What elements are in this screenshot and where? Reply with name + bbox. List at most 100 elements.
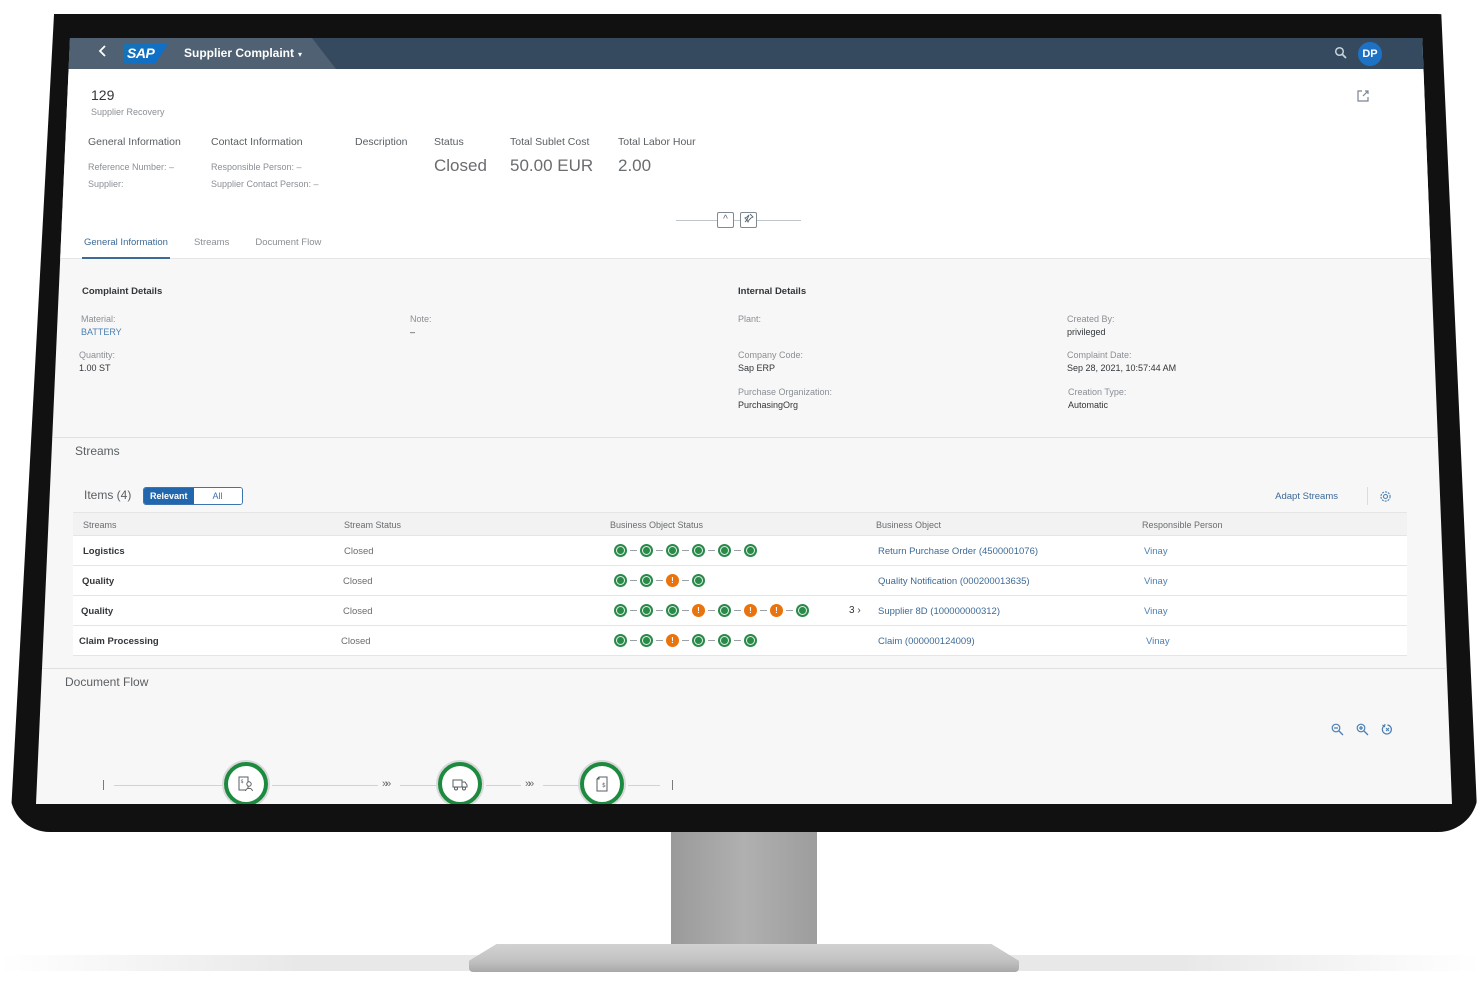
column-header-stream-status[interactable]: Stream Status bbox=[344, 520, 401, 530]
success-check-icon[interactable] bbox=[640, 604, 653, 617]
success-check-icon[interactable] bbox=[718, 604, 731, 617]
success-check-icon[interactable] bbox=[614, 604, 627, 617]
column-header-business-object-status[interactable]: Business Object Status bbox=[610, 520, 703, 530]
search-icon bbox=[1334, 46, 1347, 59]
flow-node-supplier-invoice[interactable]: $ bbox=[224, 762, 268, 804]
created-by-field: Created By: privileged bbox=[1067, 314, 1115, 337]
adapt-streams-button[interactable]: Adapt Streams bbox=[1275, 491, 1338, 502]
table-settings-button[interactable] bbox=[1379, 490, 1392, 503]
user-avatar[interactable]: DP bbox=[1358, 42, 1382, 66]
flow-chevron-icon: »» bbox=[525, 778, 534, 790]
zoom-out-button[interactable] bbox=[1331, 723, 1344, 736]
column-header-streams[interactable]: Streams bbox=[83, 520, 117, 530]
success-check-icon[interactable] bbox=[640, 544, 653, 557]
back-button[interactable] bbox=[98, 44, 108, 62]
flow-node-claim-document[interactable]: $ bbox=[580, 762, 624, 804]
step-connector bbox=[656, 580, 663, 581]
business-object-link[interactable]: Supplier 8D (100000000312) bbox=[878, 606, 1000, 617]
success-check-icon[interactable] bbox=[718, 634, 731, 647]
success-check-icon[interactable] bbox=[640, 574, 653, 587]
column-header-responsible-person[interactable]: Responsible Person bbox=[1142, 520, 1223, 530]
stream-status: Closed bbox=[344, 546, 374, 557]
zoom-in-button[interactable] bbox=[1356, 723, 1369, 736]
quantity-field: Quantity: 1.00 ST bbox=[79, 350, 115, 373]
material-link[interactable]: BATTERY bbox=[81, 327, 122, 337]
business-object-status-steps: ! bbox=[614, 574, 705, 587]
more-steps-button[interactable]: 3 › bbox=[849, 605, 861, 616]
kpi-label: Total Labor Hour bbox=[618, 136, 696, 148]
general-information-block: General Information Reference Number: – … bbox=[88, 136, 181, 196]
table-row[interactable]: Quality Closed!!! 3 › Supplier 8D (10000000… bbox=[73, 596, 1407, 626]
pin-header-button[interactable] bbox=[740, 212, 757, 228]
kpi-label: Status bbox=[434, 136, 464, 148]
reset-zoom-icon bbox=[1381, 723, 1392, 735]
tab-document-flow[interactable]: Document Flow bbox=[253, 237, 323, 259]
table-row[interactable]: Quality Closed! Quality Notification (0002… bbox=[73, 566, 1407, 596]
success-check-icon[interactable] bbox=[692, 634, 705, 647]
filter-relevant-button[interactable]: Relevant bbox=[144, 488, 194, 504]
business-object-status-steps bbox=[614, 544, 757, 557]
filter-all-button[interactable]: All bbox=[193, 488, 242, 504]
success-check-icon[interactable] bbox=[796, 604, 809, 617]
app-title-menu[interactable]: Supplier Complaint ▾ bbox=[184, 46, 302, 60]
tab-streams[interactable]: Streams bbox=[192, 237, 231, 259]
success-check-icon[interactable] bbox=[744, 634, 757, 647]
reset-zoom-button[interactable] bbox=[1381, 723, 1394, 736]
success-check-icon[interactable] bbox=[614, 634, 627, 647]
warning-exclamation-icon[interactable]: ! bbox=[692, 604, 705, 617]
shell-bar: SAP Supplier Complaint ▾ DP bbox=[36, 38, 1452, 69]
table-row[interactable]: Claim Processing Closed! Claim (0000001240… bbox=[73, 626, 1407, 656]
responsible-person-link[interactable]: Vinay bbox=[1144, 576, 1168, 587]
column-header-business-object[interactable]: Business Object bbox=[876, 520, 941, 530]
creation-type-field: Creation Type: Automatic bbox=[1068, 387, 1126, 410]
responsible-person-link[interactable]: Vinay bbox=[1146, 636, 1170, 647]
business-object-link[interactable]: Quality Notification (000200013635) bbox=[878, 576, 1030, 587]
tab-general-information[interactable]: General Information bbox=[82, 237, 170, 259]
warning-exclamation-icon[interactable]: ! bbox=[666, 574, 679, 587]
warning-exclamation-icon[interactable]: ! bbox=[744, 604, 757, 617]
business-object-status-steps: ! bbox=[614, 634, 757, 647]
chevron-up-icon: ^ bbox=[723, 214, 728, 225]
document-currency-icon: $ bbox=[596, 776, 608, 792]
flow-end-marker bbox=[672, 780, 673, 790]
created-by-label: Created By: bbox=[1067, 314, 1115, 324]
toolbar-separator bbox=[1367, 487, 1368, 505]
business-object-link[interactable]: Claim (000000124009) bbox=[878, 636, 975, 647]
step-connector bbox=[734, 640, 741, 641]
success-check-icon[interactable] bbox=[614, 544, 627, 557]
search-button[interactable] bbox=[1334, 46, 1348, 60]
success-check-icon[interactable] bbox=[614, 574, 627, 587]
success-check-icon[interactable] bbox=[744, 544, 757, 557]
responsible-person-link[interactable]: Vinay bbox=[1144, 546, 1168, 557]
note-field: Note: – bbox=[410, 314, 432, 337]
success-check-icon[interactable] bbox=[692, 544, 705, 557]
kpi-total-labor-hour: Total Labor Hour 2.00 bbox=[618, 136, 696, 176]
plant-field: Plant: bbox=[738, 314, 761, 327]
table-row[interactable]: Logistics Closed Return Purchase Order (45… bbox=[73, 536, 1407, 566]
business-object-link[interactable]: Return Purchase Order (4500001076) bbox=[878, 546, 1038, 557]
success-check-icon[interactable] bbox=[666, 544, 679, 557]
success-check-icon[interactable] bbox=[640, 634, 653, 647]
success-check-icon[interactable] bbox=[692, 574, 705, 587]
responsible-person-link[interactable]: Vinay bbox=[1144, 606, 1168, 617]
step-connector bbox=[708, 610, 715, 611]
table-header: Streams Stream Status Business Object St… bbox=[73, 512, 1407, 536]
success-check-icon[interactable] bbox=[666, 604, 679, 617]
kpi-label: Total Sublet Cost bbox=[510, 136, 590, 148]
stream-status: Closed bbox=[341, 636, 371, 647]
step-connector bbox=[682, 550, 689, 551]
monitor-stand-neck bbox=[671, 832, 817, 950]
share-button[interactable] bbox=[1356, 89, 1370, 103]
success-check-icon[interactable] bbox=[718, 544, 731, 557]
svg-text:$: $ bbox=[241, 779, 244, 785]
purchase-organization-field: Purchase Organization: PurchasingOrg bbox=[738, 387, 832, 410]
zoom-out-icon bbox=[1331, 723, 1344, 736]
app-title: Supplier Complaint bbox=[184, 46, 295, 60]
flow-connector bbox=[400, 785, 439, 786]
flow-node-shipping[interactable] bbox=[438, 762, 482, 804]
section-divider bbox=[36, 437, 1452, 438]
step-connector bbox=[656, 610, 663, 611]
warning-exclamation-icon[interactable]: ! bbox=[666, 634, 679, 647]
warning-exclamation-icon[interactable]: ! bbox=[770, 604, 783, 617]
collapse-header-button[interactable]: ^ bbox=[717, 212, 734, 228]
